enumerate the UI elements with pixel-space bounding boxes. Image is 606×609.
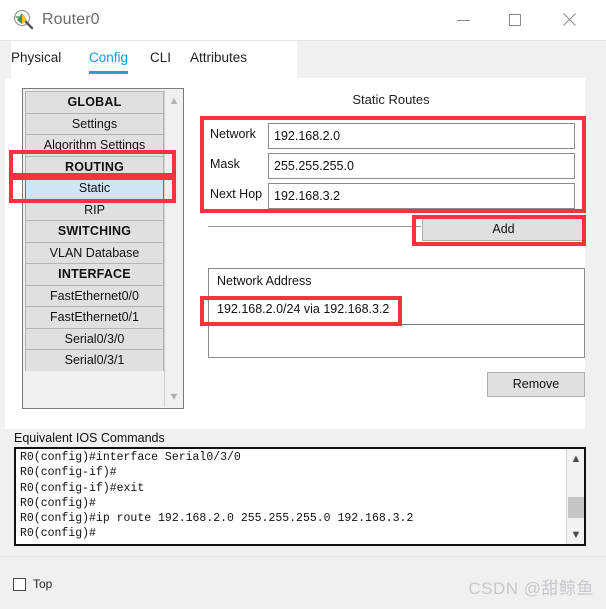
sidebar-item-global: GLOBAL xyxy=(25,91,164,113)
config-sidebar-list: GLOBAL Settings Algorithm Settings ROUTI… xyxy=(25,91,164,406)
next-hop-input[interactable] xyxy=(268,183,575,209)
mask-input[interactable] xyxy=(268,153,575,179)
tab-physical[interactable]: Physical xyxy=(11,50,61,71)
sidebar-item-switching: SWITCHING xyxy=(25,220,164,242)
sidebar-scrollbar[interactable]: ▲ ▼ xyxy=(164,90,182,407)
sidebar-item-fastethernet0-0[interactable]: FastEthernet0/0 xyxy=(25,284,164,306)
tab-attributes[interactable]: Attributes xyxy=(190,50,247,71)
window-title: Router0 xyxy=(42,11,100,28)
top-checkbox-label: Top xyxy=(33,577,53,591)
ios-command-console[interactable]: R0(config)#interface Serial0/3/0 R0(conf… xyxy=(14,447,586,546)
network-address-listbox[interactable]: Network Address 192.168.2.0/24 via 192.1… xyxy=(208,268,585,358)
minimize-button[interactable] xyxy=(440,0,486,40)
config-content-area: GLOBAL Settings Algorithm Settings ROUTI… xyxy=(5,78,585,429)
title-bar: Router0 xyxy=(0,0,606,41)
sidebar-item-interface: INTERFACE xyxy=(25,263,164,285)
maximize-icon xyxy=(509,14,521,26)
tab-cli[interactable]: CLI xyxy=(150,50,171,71)
watermark: CSDN @甜鲸鱼 xyxy=(468,579,594,598)
tab-config[interactable]: Config xyxy=(89,50,129,74)
chevron-down-icon[interactable]: ▼ xyxy=(567,526,584,543)
router-icon xyxy=(13,9,34,30)
sidebar-item-fastethernet0-1[interactable]: FastEthernet0/1 xyxy=(25,306,164,328)
sidebar-item-static[interactable]: Static xyxy=(25,177,164,199)
sidebar-item-serial0-3-0[interactable]: Serial0/3/0 xyxy=(25,327,164,349)
network-label: Network xyxy=(210,127,256,141)
remove-button[interactable]: Remove xyxy=(487,372,585,397)
scrollbar-thumb[interactable] xyxy=(568,497,584,518)
separator-line xyxy=(208,226,421,227)
next-hop-label: Next Hop xyxy=(210,187,263,201)
sidebar-item-settings[interactable]: Settings xyxy=(25,112,164,134)
window-right-edge xyxy=(586,41,606,609)
tab-bar: Physical Config CLI Attributes xyxy=(0,41,606,78)
mask-label: Mask xyxy=(210,157,240,171)
close-icon xyxy=(562,13,576,27)
static-routes-title: Static Routes xyxy=(352,92,430,107)
chevron-up-icon[interactable]: ▲ xyxy=(567,450,584,467)
maximize-button[interactable] xyxy=(492,0,538,40)
chevron-down-icon[interactable]: ▼ xyxy=(165,388,183,405)
config-sidebar: GLOBAL Settings Algorithm Settings ROUTI… xyxy=(22,88,184,409)
close-button[interactable] xyxy=(546,0,592,40)
sidebar-item-serial0-3-1[interactable]: Serial0/3/1 xyxy=(25,349,164,371)
sidebar-item-algorithm-settings[interactable]: Algorithm Settings xyxy=(25,134,164,156)
network-address-column-header: Network Address xyxy=(217,274,312,288)
ios-command-text: R0(config)#interface Serial0/3/0 R0(conf… xyxy=(20,451,414,541)
sidebar-item-rip[interactable]: RIP xyxy=(25,198,164,220)
sidebar-item-routing: ROUTING xyxy=(25,155,164,177)
add-button[interactable]: Add xyxy=(422,218,585,241)
list-item[interactable]: 192.168.2.0/24 via 192.168.3.2 xyxy=(209,295,584,325)
network-input[interactable] xyxy=(268,123,575,149)
equivalent-ios-commands-label: Equivalent IOS Commands xyxy=(14,431,165,445)
top-checkbox[interactable] xyxy=(13,578,26,591)
chevron-up-icon[interactable]: ▲ xyxy=(165,92,183,109)
minimize-icon xyxy=(456,19,470,21)
window-left-edge xyxy=(0,41,5,609)
router-config-window: Router0 Physical Config CLI Attributes G… xyxy=(0,0,606,609)
console-scrollbar[interactable]: ▲ ▼ xyxy=(566,449,584,544)
sidebar-item-vlan-database[interactable]: VLAN Database xyxy=(25,241,164,263)
